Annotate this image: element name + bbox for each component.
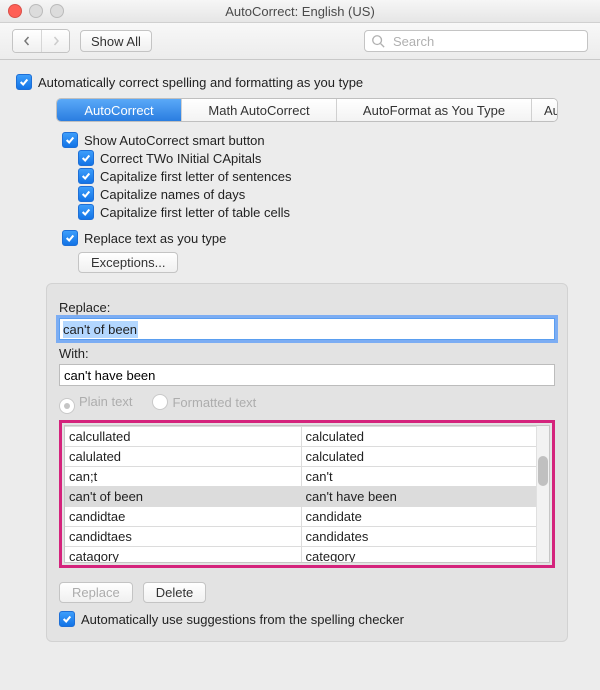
table-cell-from: can't of been [65,487,301,507]
formatted-text-radio: Formatted text [152,394,256,414]
table-cell-from: candidtae [65,507,301,527]
checkbox-icon[interactable] [78,186,94,202]
zoom-icon [50,4,64,18]
table-cell-to: calculated [301,447,537,467]
exceptions-button[interactable]: Exceptions... [78,252,178,273]
table-row[interactable]: can't of beencan't have been [65,487,537,507]
scrollbar-thumb[interactable] [538,456,548,486]
table-cell-from: calulated [65,447,301,467]
names-of-days-row[interactable]: Capitalize names of days [78,186,584,202]
search-box[interactable] [364,30,588,52]
close-icon[interactable] [8,4,22,18]
minimize-icon [29,4,43,18]
search-input[interactable] [391,33,581,50]
tab-autocorrect[interactable]: AutoCorrect [57,99,182,121]
checkbox-icon[interactable] [78,168,94,184]
chevron-left-icon [22,36,32,46]
table-cell-to: can't [301,467,537,487]
names-of-days-label: Capitalize names of days [100,187,245,202]
delete-button[interactable]: Delete [143,582,207,603]
table-row[interactable]: candidtaecandidate [65,507,537,527]
table-row[interactable]: catagorycategory [65,547,537,563]
chevron-right-icon [51,36,61,46]
replace-label: Replace: [59,300,555,315]
nav-back-button[interactable] [13,30,41,52]
first-letter-table-row[interactable]: Capitalize first letter of table cells [78,204,584,220]
window: AutoCorrect: English (US) Show All Autom… [0,0,600,690]
two-initial-caps-row[interactable]: Correct TWo INitial CApitals [78,150,584,166]
table-cell-to: candidate [301,507,537,527]
window-title: AutoCorrect: English (US) [225,4,375,19]
format-radio-group: Plain text Formatted text [59,394,555,414]
table-row[interactable]: candidtaescandidates [65,527,537,547]
window-controls [8,4,64,18]
nav-forward-button[interactable] [41,30,69,52]
auto-suggest-row[interactable]: Automatically use suggestions from the s… [59,611,555,627]
auto-correct-typing-label: Automatically correct spelling and forma… [38,75,363,90]
auto-suggest-label: Automatically use suggestions from the s… [81,612,404,627]
first-letter-sentence-label: Capitalize first letter of sentences [100,169,291,184]
checkbox-icon[interactable] [78,204,94,220]
toolbar: Show All [0,23,600,60]
replace-panel: Replace: can't of been With: Plain text … [46,283,568,642]
table-cell-from: candidtaes [65,527,301,547]
tab-math-autocorrect[interactable]: Math AutoCorrect [182,99,337,121]
replacements-highlight: calcullatedcalculatedcalulatedcalculated… [59,420,555,568]
table-cell-to: category [301,547,537,563]
table-cell-to: calculated [301,427,537,447]
action-row: Replace Delete [59,582,555,603]
titlebar: AutoCorrect: English (US) [0,0,600,23]
table-cell-from: can;t [65,467,301,487]
scrollbar[interactable] [536,426,549,562]
table-row[interactable]: calcullatedcalculated [65,427,537,447]
auto-correct-typing-row[interactable]: Automatically correct spelling and forma… [16,74,584,90]
table-cell-from: catagory [65,547,301,563]
radio-icon [59,398,75,414]
table-row[interactable]: can;tcan't [65,467,537,487]
with-label: With: [59,346,555,361]
plain-text-radio: Plain text [59,394,132,414]
show-all-button[interactable]: Show All [80,30,152,52]
with-input[interactable] [59,364,555,386]
checkbox-icon[interactable] [78,150,94,166]
replacements-table: calcullatedcalculatedcalulatedcalculated… [65,426,537,562]
checkbox-icon[interactable] [59,611,75,627]
checkbox-icon[interactable] [16,74,32,90]
content: Automatically correct spelling and forma… [0,60,600,658]
replace-input-value: can't of been [63,321,138,338]
table-row[interactable]: calulatedcalculated [65,447,537,467]
tabs: AutoCorrect Math AutoCorrect AutoFormat … [56,98,558,122]
show-smart-button-row[interactable]: Show AutoCorrect smart button [62,132,584,148]
sub-options: Show AutoCorrect smart button Correct TW… [38,132,584,273]
table-cell-to: can't have been [301,487,537,507]
show-smart-button-label: Show AutoCorrect smart button [84,133,265,148]
replace-as-type-label: Replace text as you type [84,231,226,246]
checkbox-icon[interactable] [62,230,78,246]
first-letter-sentence-row[interactable]: Capitalize first letter of sentences [78,168,584,184]
two-initial-caps-label: Correct TWo INitial CApitals [100,151,261,166]
replace-input[interactable]: can't of been [59,318,555,340]
first-letter-table-label: Capitalize first letter of table cells [100,205,290,220]
replacements-list[interactable]: calcullatedcalculatedcalulatedcalculated… [64,425,550,563]
tab-autotext[interactable]: AutoText [532,99,558,121]
table-cell-from: calcullated [65,427,301,447]
search-icon [371,34,385,48]
table-cell-to: candidates [301,527,537,547]
replace-button: Replace [59,582,133,603]
nav-back-forward [12,29,70,53]
replace-as-type-row[interactable]: Replace text as you type [62,230,584,246]
tab-autoformat[interactable]: AutoFormat as You Type [337,99,532,121]
radio-icon [152,394,168,410]
checkbox-icon[interactable] [62,132,78,148]
